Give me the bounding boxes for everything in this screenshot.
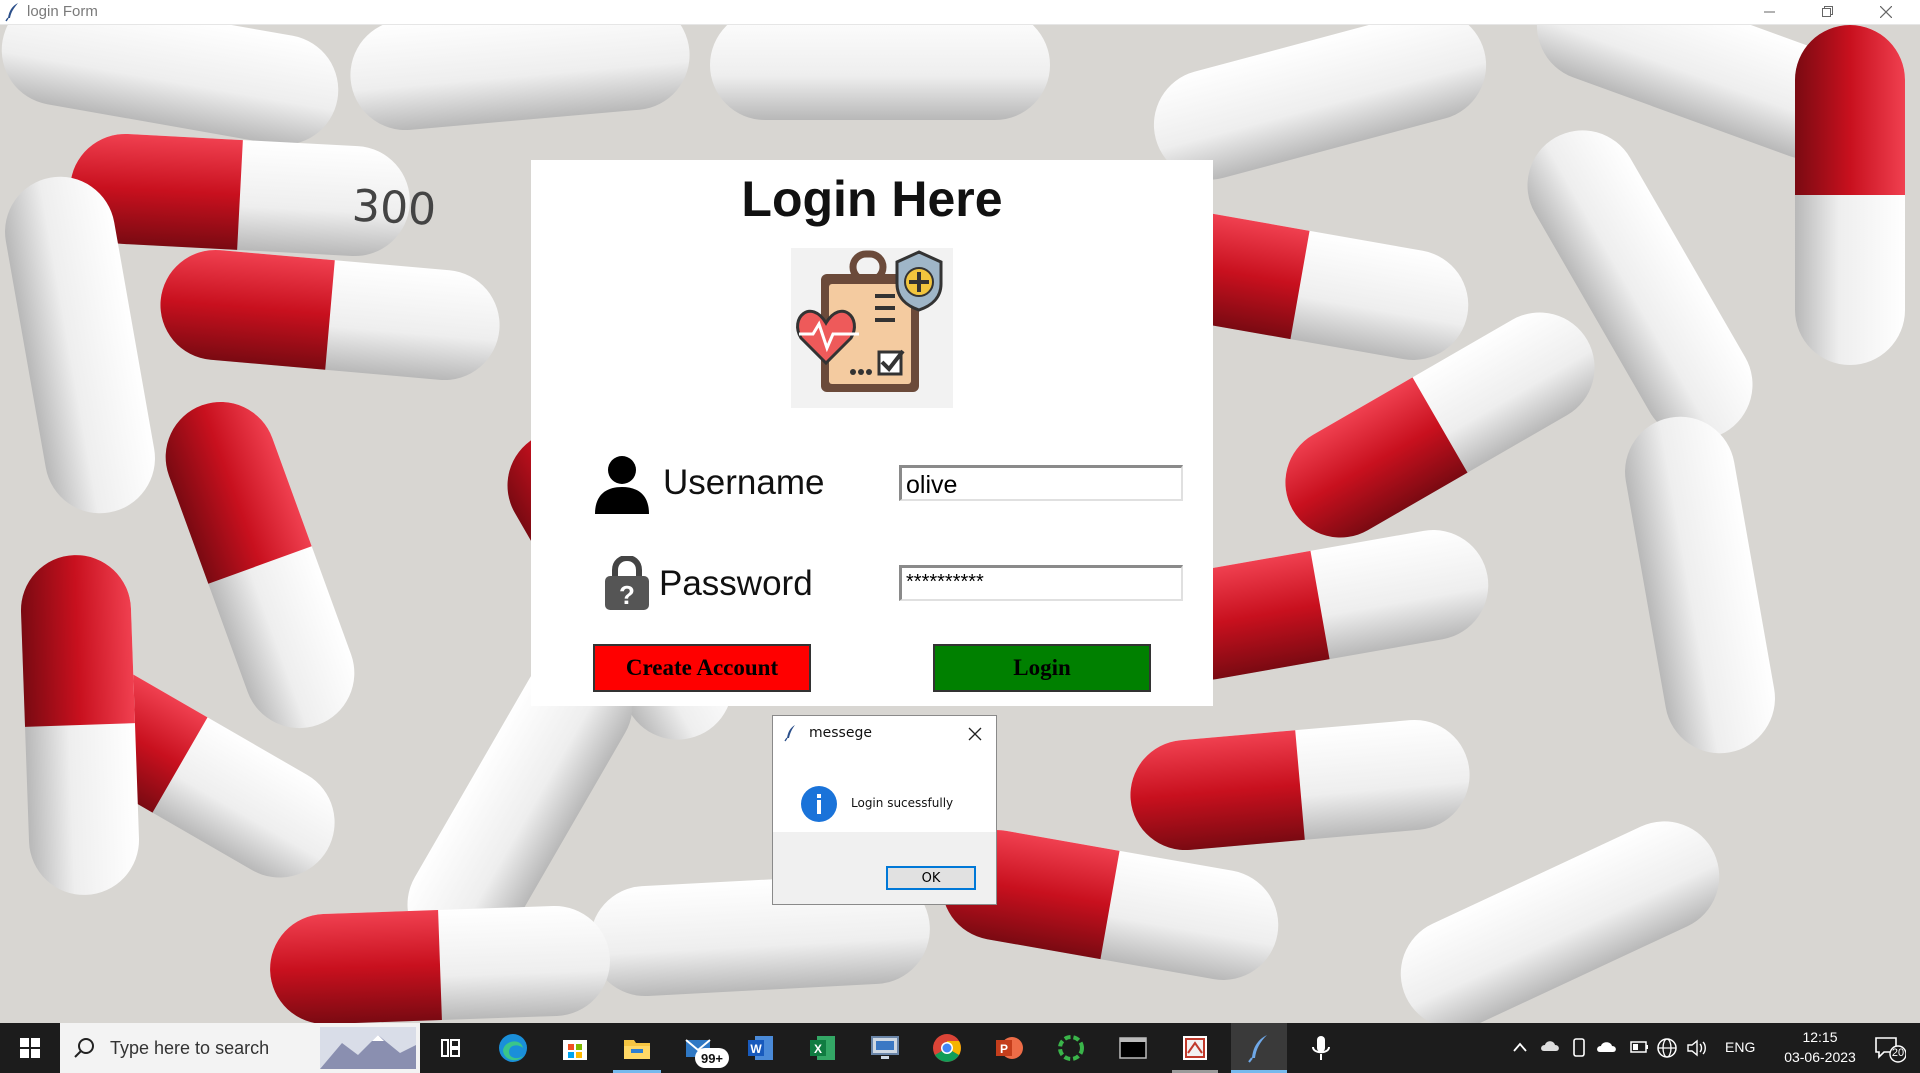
- username-input[interactable]: olive: [899, 465, 1183, 501]
- start-button[interactable]: [0, 1023, 60, 1073]
- microphone-icon[interactable]: [1305, 1032, 1337, 1064]
- battery-icon[interactable]: [1630, 1040, 1650, 1054]
- ok-button[interactable]: OK: [886, 866, 976, 890]
- network-globe-icon[interactable]: [1656, 1037, 1678, 1059]
- task-view-icon[interactable]: [434, 1032, 466, 1064]
- python-feather-icon[interactable]: [1243, 1032, 1275, 1064]
- info-icon: [801, 786, 837, 822]
- store-icon[interactable]: [559, 1032, 591, 1064]
- system-tray: ENG 12:15 03-06-2023 20: [1500, 1023, 1920, 1073]
- mail-badge: 99+: [695, 1048, 729, 1068]
- file-explorer-icon[interactable]: [621, 1032, 653, 1064]
- password-input[interactable]: **********: [899, 565, 1183, 601]
- minimize-button[interactable]: [1742, 0, 1798, 24]
- volume-icon[interactable]: [1686, 1038, 1708, 1058]
- window-titlebar: login Form: [0, 0, 1920, 25]
- loading-app-icon[interactable]: [1055, 1032, 1087, 1064]
- svg-text:P: P: [1000, 1042, 1008, 1056]
- powerpoint-icon[interactable]: P: [993, 1032, 1025, 1064]
- lock-question-icon: ?: [605, 556, 649, 610]
- mountain-illustration-icon: [320, 1027, 416, 1069]
- dialog-titlebar: [773, 716, 996, 752]
- svg-text:300: 300: [351, 181, 438, 236]
- terminal-icon[interactable]: [1117, 1032, 1149, 1064]
- cloud-drive-icon[interactable]: [1540, 1037, 1562, 1057]
- minimize-icon: [1764, 11, 1775, 13]
- edge-icon[interactable]: [497, 1032, 529, 1064]
- snipping-tool-icon[interactable]: [1179, 1032, 1211, 1064]
- chevron-up-icon[interactable]: [1512, 1041, 1528, 1053]
- dialog-message: Login sucessfully: [851, 796, 954, 810]
- close-icon: [1880, 6, 1892, 18]
- feather-icon: [5, 3, 18, 22]
- search-placeholder: Type here to search: [110, 1038, 270, 1058]
- taskbar-search-box[interactable]: Type here to search: [60, 1023, 420, 1073]
- phone-link-icon[interactable]: [1570, 1037, 1588, 1059]
- clock-time[interactable]: 12:15: [1790, 1029, 1850, 1045]
- window-title: login Form: [27, 3, 98, 20]
- onedrive-icon[interactable]: [1596, 1037, 1620, 1057]
- notification-count: 20: [1891, 1047, 1905, 1059]
- close-icon[interactable]: [967, 726, 983, 742]
- dialog-title: messege: [809, 725, 872, 741]
- language-indicator[interactable]: ENG: [1725, 1039, 1755, 1055]
- close-window-button[interactable]: [1858, 0, 1914, 24]
- windows-icon: [20, 1038, 40, 1058]
- word-icon[interactable]: W: [745, 1032, 777, 1064]
- password-label: Password: [659, 564, 813, 603]
- clock-date[interactable]: 03-06-2023: [1774, 1049, 1866, 1065]
- restore-icon: [1822, 6, 1833, 17]
- login-button[interactable]: Login: [933, 644, 1151, 692]
- taskbar: Type here to search 99+ W X P ENG 12:15 …: [0, 1023, 1920, 1073]
- feather-icon: [784, 725, 795, 742]
- search-icon: [74, 1038, 94, 1058]
- excel-icon[interactable]: X: [807, 1032, 839, 1064]
- svg-text:?: ?: [619, 580, 635, 610]
- login-panel: Login Here Username olive ? Password ***…: [531, 160, 1213, 706]
- remote-desktop-icon[interactable]: [869, 1032, 901, 1064]
- restore-button[interactable]: [1800, 0, 1856, 24]
- create-account-button[interactable]: Create Account: [593, 644, 811, 692]
- username-label: Username: [663, 463, 825, 502]
- svg-text:W: W: [750, 1042, 762, 1056]
- user-icon: [595, 456, 649, 514]
- svg-text:X: X: [814, 1042, 822, 1056]
- page-title: Login Here: [741, 171, 1003, 227]
- message-dialog: messege Login sucessfully OK: [772, 715, 997, 905]
- chrome-icon[interactable]: [931, 1032, 963, 1064]
- medical-record-icon: [791, 248, 953, 408]
